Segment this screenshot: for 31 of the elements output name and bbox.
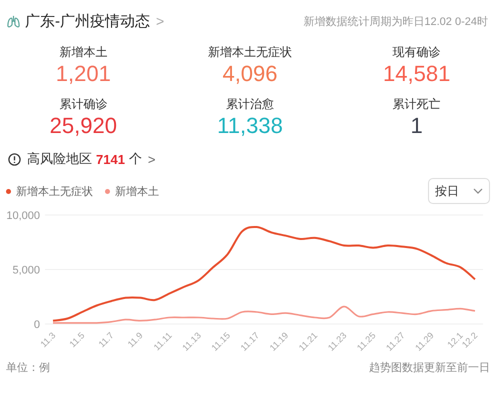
legend-label: 新增本土无症状 xyxy=(16,184,93,198)
stat-value: 1 xyxy=(410,112,423,140)
stat-value: 25,920 xyxy=(50,112,117,140)
data-period-note: 新增数据统计周期为昨日12.02 0-24时 xyxy=(303,14,488,28)
panel-title[interactable]: 广东-广州疫情动态 xyxy=(25,12,150,30)
x-axis-label: 11.9 xyxy=(126,330,145,350)
stat-label: 新增本土无症状 xyxy=(208,44,292,60)
risk-count: 7141 xyxy=(96,152,125,166)
stat-value: 11,338 xyxy=(217,112,283,140)
stat-value: 14,581 xyxy=(383,60,450,88)
caret-icon xyxy=(473,188,483,194)
risk-label[interactable]: 高风险地区 xyxy=(27,150,92,168)
legend-label: 新增本土 xyxy=(115,184,159,198)
stat-label: 现有确诊 xyxy=(392,44,441,60)
stat-value: 1,201 xyxy=(56,60,111,88)
y-axis-label: 5,000 xyxy=(12,264,40,276)
chevron-icon[interactable]: > xyxy=(148,152,156,166)
x-axis-label: 11.3 xyxy=(38,330,58,350)
stat-label: 累计确诊 xyxy=(59,96,108,112)
risk-unit: 个 xyxy=(128,150,142,168)
stat-label: 新增本土 xyxy=(59,44,108,60)
update-note: 趋势图数据更新至前一日 xyxy=(369,360,490,375)
lungs-icon xyxy=(6,14,21,28)
alert-icon xyxy=(8,152,21,166)
period-dropdown[interactable]: 按日 xyxy=(428,178,490,204)
y-axis-label: 10,000 xyxy=(6,210,40,222)
stat-value: 4,096 xyxy=(222,60,278,88)
stat-label: 累计死亡 xyxy=(392,96,441,112)
y-axis-label: 0 xyxy=(34,319,40,331)
stat-label: 累计治愈 xyxy=(226,96,274,112)
unit-note: 单位：例 xyxy=(6,361,50,375)
